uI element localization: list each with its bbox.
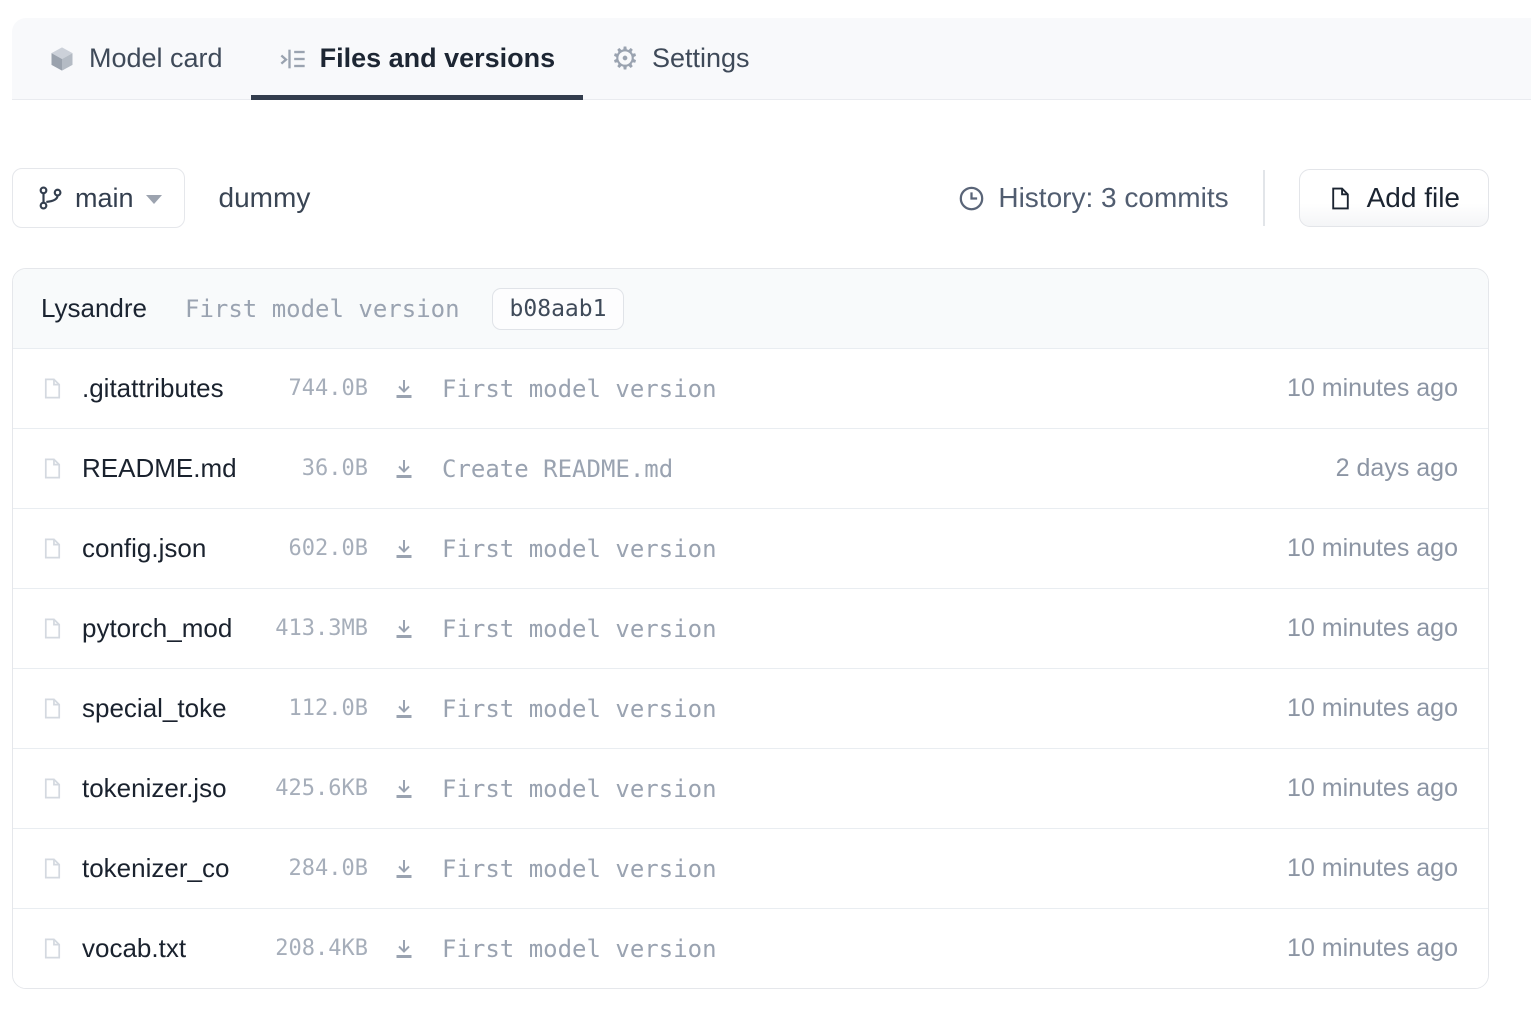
repo-tabbar: Model card Files and versions ⚙ Settings	[12, 18, 1531, 100]
file-row: vocab.txt 208.4KB First model version 10…	[13, 908, 1488, 988]
file-name[interactable]: pytorch_mod	[82, 613, 260, 644]
file-name[interactable]: special_toke	[82, 693, 260, 724]
file-commit-message[interactable]: Create README.md	[442, 455, 1316, 483]
file-row: README.md 36.0B Create README.md 2 days …	[13, 428, 1488, 508]
add-file-label: Add file	[1367, 182, 1460, 214]
file-commit-date: 10 minutes ago	[1287, 934, 1458, 963]
file-row: tokenizer.jso 425.6KB First model versio…	[13, 748, 1488, 828]
file-size: 744.0B	[260, 376, 368, 401]
commit-author[interactable]: Lysandre	[41, 293, 147, 324]
latest-commit-header: Lysandre First model version b08aab1	[13, 269, 1488, 348]
file-name[interactable]: tokenizer_co	[82, 853, 260, 884]
add-file-button[interactable]: Add file	[1299, 169, 1489, 227]
file-list: .gitattributes 744.0B First model versio…	[13, 348, 1488, 988]
file-commit-message[interactable]: First model version	[442, 775, 1267, 803]
download-icon[interactable]	[392, 377, 416, 401]
file-name[interactable]: .gitattributes	[82, 373, 260, 404]
file-row: pytorch_mod 413.3MB First model version …	[13, 588, 1488, 668]
commit-message[interactable]: First model version	[185, 295, 460, 323]
file-icon	[41, 617, 64, 640]
file-commit-date: 2 days ago	[1336, 454, 1458, 483]
file-size: 602.0B	[260, 536, 368, 561]
file-size: 425.6KB	[260, 776, 368, 801]
file-commit-message[interactable]: First model version	[442, 855, 1267, 883]
file-commit-message[interactable]: First model version	[442, 375, 1267, 403]
chevron-down-icon	[146, 195, 162, 204]
file-size: 413.3MB	[260, 616, 368, 641]
repo-name: dummy	[219, 182, 311, 214]
file-row: config.json 602.0B First model version 1…	[13, 508, 1488, 588]
file-icon	[41, 377, 64, 400]
download-icon[interactable]	[392, 937, 416, 961]
file-commit-message[interactable]: First model version	[442, 535, 1267, 563]
file-icon	[41, 457, 64, 480]
file-row: special_toke 112.0B First model version …	[13, 668, 1488, 748]
file-commit-date: 10 minutes ago	[1287, 614, 1458, 643]
cube-icon	[48, 45, 76, 73]
file-size: 36.0B	[260, 456, 368, 481]
file-commit-message[interactable]: First model version	[442, 615, 1267, 643]
file-name[interactable]: README.md	[82, 453, 260, 484]
history-link[interactable]: History: 3 commits	[958, 182, 1228, 214]
file-icon	[41, 697, 64, 720]
file-icon	[41, 537, 64, 560]
file-icon	[41, 857, 64, 880]
file-commit-message[interactable]: First model version	[442, 695, 1267, 723]
file-commit-date: 10 minutes ago	[1287, 374, 1458, 403]
tab-label: Files and versions	[320, 43, 556, 74]
tab-files-and-versions[interactable]: Files and versions	[251, 18, 584, 99]
gear-icon: ⚙	[611, 43, 639, 74]
download-icon[interactable]	[392, 777, 416, 801]
commit-hash-badge[interactable]: b08aab1	[492, 288, 625, 330]
file-name[interactable]: vocab.txt	[82, 933, 260, 964]
tab-label: Settings	[652, 43, 750, 74]
branch-selector[interactable]: main	[12, 168, 185, 228]
file-commit-date: 10 minutes ago	[1287, 694, 1458, 723]
file-size: 284.0B	[260, 856, 368, 881]
file-commit-date: 10 minutes ago	[1287, 774, 1458, 803]
tab-label: Model card	[89, 43, 223, 74]
download-icon[interactable]	[392, 857, 416, 881]
file-commit-date: 10 minutes ago	[1287, 534, 1458, 563]
git-branch-icon	[37, 185, 63, 211]
file-row: .gitattributes 744.0B First model versio…	[13, 348, 1488, 428]
download-icon[interactable]	[392, 697, 416, 721]
toolbar-divider	[1263, 170, 1265, 226]
versions-list-icon	[279, 45, 307, 73]
file-icon	[41, 937, 64, 960]
file-size: 208.4KB	[260, 936, 368, 961]
file-commit-message[interactable]: First model version	[442, 935, 1267, 963]
file-icon	[1328, 186, 1353, 211]
tab-model-card[interactable]: Model card	[20, 18, 251, 99]
files-card: Lysandre First model version b08aab1 .gi…	[12, 268, 1489, 989]
download-icon[interactable]	[392, 617, 416, 641]
file-icon	[41, 777, 64, 800]
download-icon[interactable]	[392, 457, 416, 481]
file-name[interactable]: config.json	[82, 533, 260, 564]
tab-settings[interactable]: ⚙ Settings	[583, 18, 777, 99]
file-name[interactable]: tokenizer.jso	[82, 773, 260, 804]
history-label: History: 3 commits	[998, 182, 1228, 214]
download-icon[interactable]	[392, 537, 416, 561]
file-size: 112.0B	[260, 696, 368, 721]
repo-toolbar: main dummy History: 3 commits Add file	[12, 168, 1489, 228]
branch-name: main	[75, 183, 134, 214]
file-commit-date: 10 minutes ago	[1287, 854, 1458, 883]
clock-icon	[958, 185, 985, 212]
file-row: tokenizer_co 284.0B First model version …	[13, 828, 1488, 908]
